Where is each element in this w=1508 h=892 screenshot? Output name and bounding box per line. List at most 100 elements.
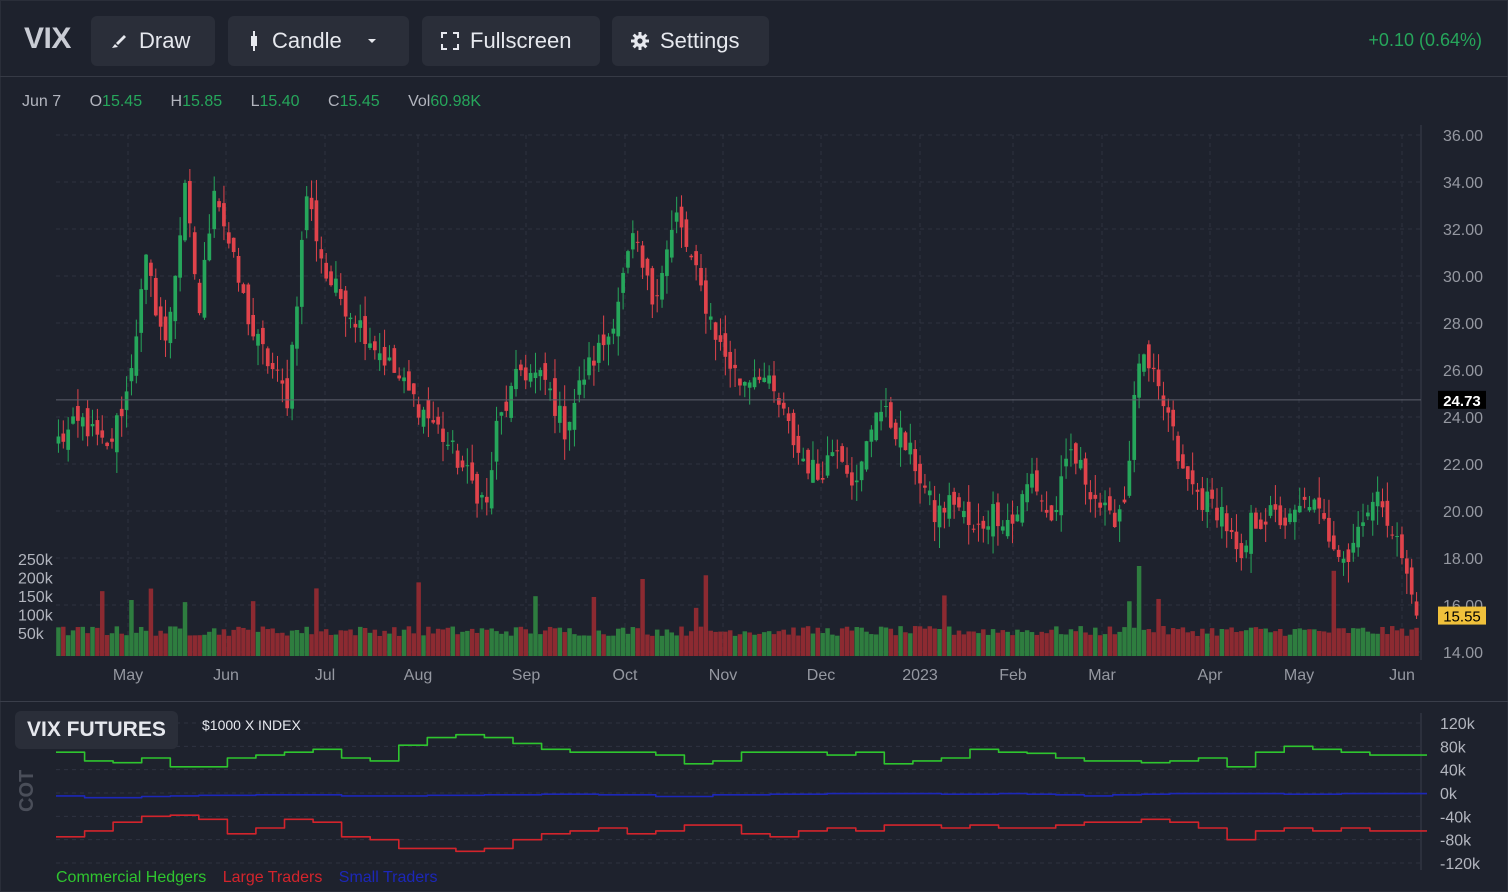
volume-bar	[693, 607, 699, 656]
volume-bar	[158, 630, 163, 656]
candle-body	[850, 472, 854, 486]
legend-large-traders[interactable]: Large Traders	[223, 869, 323, 886]
volume-bar	[284, 635, 290, 656]
volume-bar	[192, 635, 197, 656]
panel-divider[interactable]	[0, 701, 1508, 702]
candle-body	[1244, 545, 1249, 553]
candle-body	[343, 290, 348, 317]
volume-bar	[260, 626, 266, 656]
candle-body	[1375, 491, 1380, 507]
candle-body	[1010, 514, 1015, 524]
volume-bar	[830, 634, 835, 656]
x-tick-label: May	[113, 667, 143, 684]
volume-bar	[523, 629, 528, 656]
volume-bar	[781, 629, 786, 656]
candle-body	[1220, 506, 1224, 527]
candle-body	[557, 405, 562, 423]
volume-bar	[95, 627, 100, 656]
volume-bar	[197, 635, 202, 656]
volume-bar	[562, 632, 567, 656]
crosshair-price-label: 24.73	[1443, 393, 1481, 410]
chart-canvas[interactable]: 36.00 34.00 32.00 30.00 28.00 26.00 24.00 22.00…	[0, 0, 1508, 892]
cot-line-large-traders	[56, 814, 1427, 853]
cot-y-tick-label: 120k	[1440, 716, 1476, 733]
candle-body	[723, 333, 728, 357]
volume-bar	[109, 633, 115, 656]
volume-bar	[961, 634, 967, 656]
volume-bar	[299, 633, 305, 656]
candle-body	[338, 289, 343, 299]
volume-bar	[937, 628, 942, 656]
volume-bar	[426, 626, 431, 656]
volume-bar	[309, 634, 314, 656]
candle-body	[733, 364, 737, 369]
volume-bar	[859, 627, 864, 656]
volume-bar	[460, 631, 465, 656]
candle-body	[635, 241, 640, 243]
candle-body	[616, 301, 621, 337]
volume-bar	[499, 633, 504, 656]
volume-bar	[1394, 630, 1400, 656]
volume-bar	[703, 575, 709, 656]
candle-body	[684, 219, 689, 247]
candle-body	[1200, 488, 1205, 510]
candle-body	[368, 343, 372, 348]
volume-bar	[1248, 627, 1254, 656]
volume-bar	[611, 635, 616, 656]
candle-body	[76, 406, 80, 421]
legend-commercial-hedgers[interactable]: Commercial Hedgers	[56, 869, 206, 886]
volume-bar	[776, 631, 782, 656]
volume-bar	[766, 631, 772, 656]
candle-body	[1142, 354, 1146, 372]
candle-body	[1137, 363, 1141, 398]
volume-bar	[791, 627, 796, 656]
volume-bar	[1141, 629, 1147, 656]
candle-body	[888, 402, 893, 428]
volume-bar	[304, 626, 309, 656]
volume-bar	[985, 634, 991, 656]
cot-y-tick-label: -80k	[1440, 833, 1472, 850]
candle-body	[854, 480, 859, 483]
volume-bar	[786, 634, 791, 656]
volume-bar	[489, 628, 494, 656]
candle-body	[777, 398, 781, 405]
volume-bar	[1287, 634, 1293, 656]
volume-bar	[455, 634, 460, 656]
candle-body	[1283, 517, 1287, 526]
volume-bar	[1000, 630, 1006, 656]
volume-bar	[1307, 629, 1312, 656]
volume-bar	[1156, 598, 1161, 656]
candle-body	[996, 502, 1000, 527]
volume-bar	[1263, 628, 1268, 656]
candle-body	[786, 413, 791, 421]
volume-bar	[1161, 626, 1166, 656]
volume-bar	[445, 627, 451, 656]
volume-bar	[625, 633, 631, 656]
volume-bar	[742, 631, 748, 656]
legend-small-traders[interactable]: Small Traders	[339, 869, 438, 886]
candle-body	[319, 249, 324, 259]
candle-body	[1346, 549, 1351, 563]
volume-bar	[70, 630, 76, 656]
candle-body	[1390, 534, 1395, 536]
volume-bar	[1010, 635, 1015, 656]
candle-body	[1356, 526, 1361, 548]
candle-body	[441, 428, 445, 442]
volume-bar	[474, 632, 480, 656]
candle-body	[1044, 509, 1049, 513]
volume-bar	[343, 630, 348, 656]
volume-bar	[1063, 634, 1069, 656]
volume-bar	[727, 630, 733, 656]
volume-bar	[504, 631, 509, 656]
candle-body	[704, 280, 708, 314]
candle-body	[791, 412, 796, 446]
volume-bar	[630, 627, 636, 656]
volume-bar	[387, 633, 392, 656]
volume-bar	[392, 627, 397, 656]
x-tick-label: Oct	[613, 667, 638, 684]
volume-bar	[1180, 627, 1186, 656]
volume-bar	[908, 633, 913, 656]
x-tick-label: Jul	[315, 667, 335, 684]
volume-bar	[577, 635, 582, 656]
candle-body	[363, 316, 367, 345]
